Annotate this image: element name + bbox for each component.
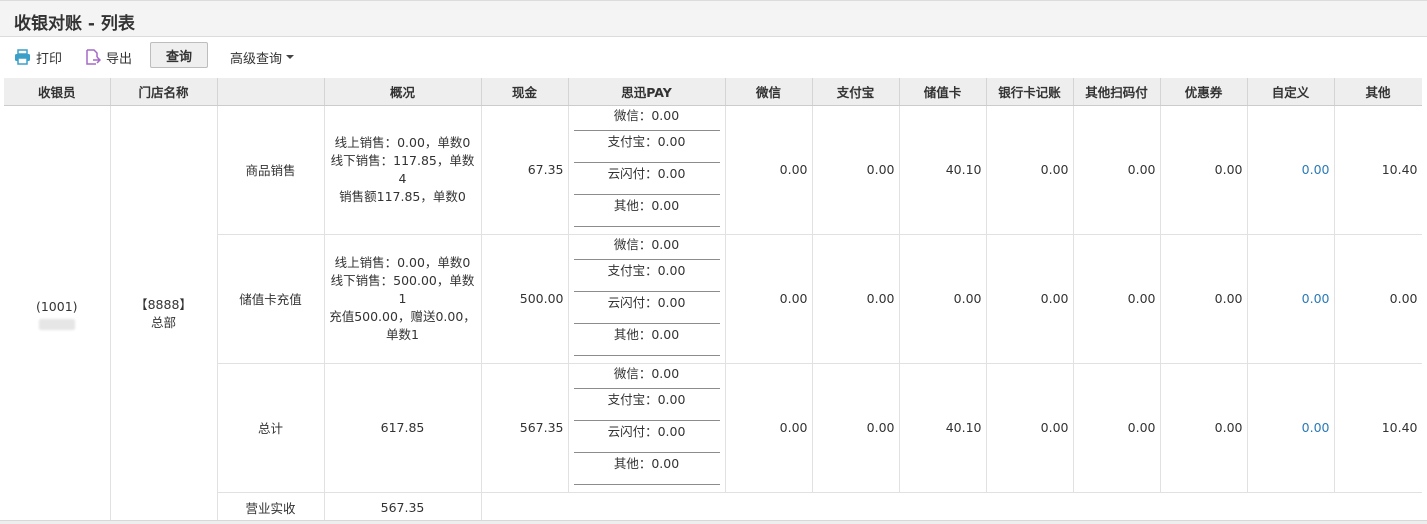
alipay-value: 0.00 xyxy=(812,234,900,364)
other-value: 0.00 xyxy=(1334,234,1422,364)
bank-card-value: 0.00 xyxy=(986,363,1074,493)
actual-income-value: 567.35 xyxy=(324,492,482,521)
table-row-card-recharge: 储值卡充值 线上销售：0.00，单数0 线下销售：500.00，单数1 充值50… xyxy=(4,234,1422,364)
custom-value-link[interactable]: 0.00 xyxy=(1247,234,1335,364)
col-header-wechat: 微信 xyxy=(725,78,813,106)
col-header-store: 门店名称 xyxy=(110,78,218,106)
other-scan-value: 0.00 xyxy=(1073,105,1161,235)
stored-card-value: 0.00 xyxy=(899,234,987,364)
export-button[interactable]: 导出 xyxy=(84,45,132,69)
col-header-type xyxy=(217,78,325,106)
advanced-query-dropdown[interactable]: 高级查询 xyxy=(230,45,295,69)
summary-line: 617.85 xyxy=(380,419,425,435)
sixun-pay-cell: 微信：0.00 支付宝：0.00 云闪付：0.00 其他：0.00 xyxy=(568,105,726,235)
store-code: 【8888】 xyxy=(135,296,192,312)
sixun-pay-unionpay: 云闪付：0.00 xyxy=(573,421,720,453)
store-name: 总部 xyxy=(150,314,176,330)
sixun-pay-cell: 微信：0.00 支付宝：0.00 云闪付：0.00 其他：0.00 xyxy=(568,363,726,493)
bottom-border xyxy=(0,520,1427,524)
bank-card-value: 0.00 xyxy=(986,234,1074,364)
col-header-coupon: 优惠券 xyxy=(1160,78,1248,106)
summary-line: 线下销售：500.00，单数1 xyxy=(330,272,475,306)
table-row-goods-sales: (1001) 【8888】 总部 商品销售 线上销售：0.00，单数0 线下销售… xyxy=(4,105,1422,521)
custom-value-link[interactable]: 0.00 xyxy=(1247,363,1335,493)
toolbar: 打印 导出 查询 高级查询 xyxy=(0,37,1427,78)
coupon-value: 0.00 xyxy=(1160,363,1248,493)
sixun-pay-alipay: 支付宝：0.00 xyxy=(573,260,720,292)
cash-value: 567.35 xyxy=(481,363,569,493)
print-label: 打印 xyxy=(36,51,63,67)
page-title: 收银对账 - 列表 xyxy=(14,14,135,34)
table-row-total: 总计 617.85 567.35 微信：0.00 支付宝：0.00 云闪付：0.… xyxy=(4,363,1422,493)
store-cell: 【8888】 总部 xyxy=(110,105,218,521)
custom-value-link[interactable]: 0.00 xyxy=(1247,105,1335,235)
sixun-pay-cell: 微信：0.00 支付宝：0.00 云闪付：0.00 其他：0.00 xyxy=(568,234,726,364)
summary-cell: 线上销售：0.00，单数0 线下销售：117.85，单数4 销售额117.85，… xyxy=(324,105,482,235)
col-header-cashier: 收银员 xyxy=(4,78,111,106)
col-header-other-scan: 其他扫码付 xyxy=(1073,78,1161,106)
cashier-cell: (1001) xyxy=(4,105,111,521)
income-row-filler xyxy=(481,492,1422,521)
bank-card-value: 0.00 xyxy=(986,105,1074,235)
summary-line: 线下销售：117.85，单数4 xyxy=(330,152,475,186)
stored-card-value: 40.10 xyxy=(899,363,987,493)
sixun-pay-other: 其他：0.00 xyxy=(573,453,720,485)
sixun-pay-unionpay: 云闪付：0.00 xyxy=(573,292,720,324)
summary-line: 充值500.00，赠送0.00，单数1 xyxy=(329,308,476,342)
cashier-name-redacted xyxy=(38,318,75,330)
advanced-query-label: 高级查询 xyxy=(230,51,283,67)
sixun-pay-unionpay: 云闪付：0.00 xyxy=(573,163,720,195)
col-header-other: 其他 xyxy=(1334,78,1422,106)
page-header: 收银对账 - 列表 xyxy=(0,0,1427,37)
cash-value: 67.35 xyxy=(481,105,569,235)
reconciliation-table-wrap: 收银员 门店名称 概况 现金 思迅PAY 微信 支付宝 储值卡 银行卡记账 其他… xyxy=(4,78,1422,521)
sixun-pay-wechat: 微信：0.00 xyxy=(573,106,720,131)
printer-icon xyxy=(15,49,30,65)
summary-cell: 617.85 xyxy=(324,363,482,493)
col-header-bank-card: 银行卡记账 xyxy=(986,78,1074,106)
sixun-pay-wechat: 微信：0.00 xyxy=(573,364,720,389)
print-button[interactable]: 打印 xyxy=(14,45,62,69)
col-header-alipay: 支付宝 xyxy=(812,78,900,106)
sixun-pay-wechat: 微信：0.00 xyxy=(573,235,720,260)
sixun-pay-alipay: 支付宝：0.00 xyxy=(573,389,720,421)
cashier-id: (1001) xyxy=(35,298,78,314)
sixun-pay-other: 其他：0.00 xyxy=(573,324,720,356)
sixun-pay-other: 其他：0.00 xyxy=(573,195,720,227)
summary-cell: 线上销售：0.00，单数0 线下销售：500.00，单数1 充值500.00，赠… xyxy=(324,234,482,364)
other-scan-value: 0.00 xyxy=(1073,234,1161,364)
col-header-cash: 现金 xyxy=(481,78,569,106)
wechat-value: 0.00 xyxy=(725,105,813,235)
other-value: 10.40 xyxy=(1334,363,1422,493)
wechat-value: 0.00 xyxy=(725,234,813,364)
stored-card-value: 40.10 xyxy=(899,105,987,235)
query-button[interactable]: 查询 xyxy=(150,42,208,68)
table-row-actual-income: 营业实收 567.35 xyxy=(4,492,1422,521)
col-header-summary: 概况 xyxy=(324,78,482,106)
export-label: 导出 xyxy=(106,51,133,67)
other-scan-value: 0.00 xyxy=(1073,363,1161,493)
coupon-value: 0.00 xyxy=(1160,105,1248,235)
summary-line: 线上销售：0.00，单数0 xyxy=(334,254,471,270)
row-type-label: 储值卡充值 xyxy=(217,234,325,364)
coupon-value: 0.00 xyxy=(1160,234,1248,364)
col-header-stored-card: 储值卡 xyxy=(899,78,987,106)
reconciliation-table: 收银员 门店名称 概况 现金 思迅PAY 微信 支付宝 储值卡 银行卡记账 其他… xyxy=(4,78,1422,521)
alipay-value: 0.00 xyxy=(812,363,900,493)
actual-income-label: 营业实收 xyxy=(217,492,325,521)
col-header-sixun-pay: 思迅PAY xyxy=(568,78,726,106)
summary-line: 线上销售：0.00，单数0 xyxy=(334,134,471,150)
sixun-pay-alipay: 支付宝：0.00 xyxy=(573,131,720,163)
row-type-label: 总计 xyxy=(217,363,325,493)
other-value: 10.40 xyxy=(1334,105,1422,235)
col-header-custom: 自定义 xyxy=(1247,78,1335,106)
caret-down-icon xyxy=(286,55,295,59)
export-icon xyxy=(86,48,101,65)
wechat-value: 0.00 xyxy=(725,363,813,493)
cash-value: 500.00 xyxy=(481,234,569,364)
alipay-value: 0.00 xyxy=(812,105,900,235)
table-header-row: 收银员 门店名称 概况 现金 思迅PAY 微信 支付宝 储值卡 银行卡记账 其他… xyxy=(4,78,1422,106)
row-type-label: 商品销售 xyxy=(217,105,325,235)
summary-line: 销售额117.85，单数0 xyxy=(339,188,466,204)
